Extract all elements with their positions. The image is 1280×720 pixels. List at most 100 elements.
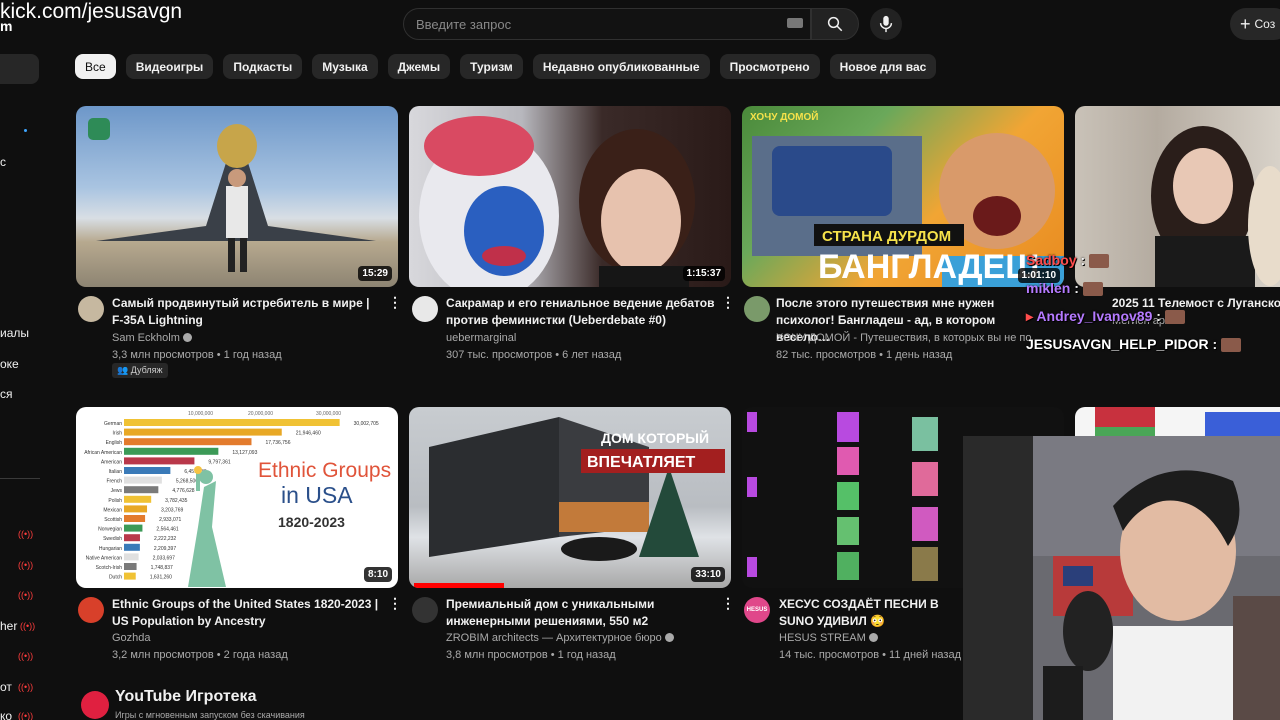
live-icon: ((•)) xyxy=(18,651,34,661)
search-input[interactable] xyxy=(404,9,810,39)
video-thumbnail[interactable] xyxy=(1075,407,1280,437)
sidebar-item-fragment[interactable]: ся xyxy=(0,387,13,401)
more-options-icon[interactable]: ⋮ xyxy=(721,596,735,610)
create-button[interactable]: + Соз xyxy=(1230,8,1280,40)
video-meta: 14 тыс. просмотров • 11 дней назад xyxy=(779,649,961,661)
channel-name-text: ZROBIM architects — Архитектурное бюро xyxy=(446,632,662,644)
sidebar-item-fragment[interactable]: оке xyxy=(0,357,19,371)
channel-avatar[interactable]: HESUS xyxy=(744,597,770,623)
chart-axis-tick: 20,000,000 xyxy=(248,411,273,417)
video-title[interactable]: Премиальный дом с уникальными инженерным… xyxy=(446,596,716,630)
channel-name[interactable]: HESUS STREAM xyxy=(779,630,878,647)
chat-separator: : xyxy=(1080,252,1086,268)
sidebar-item-fragment[interactable]: иалы xyxy=(0,326,29,340)
video-meta: 3,3 млн просмотров • 1 год назад xyxy=(112,349,282,361)
thumbnail-text: ДОМ КОТОРЫЙ xyxy=(601,429,709,446)
chart-bar xyxy=(124,524,143,532)
chip-recently-uploaded[interactable]: Недавно опубликованные xyxy=(532,54,710,79)
video-title[interactable]: ХЕСУС СОЗДАЁТ ПЕСНИ В SUNO УДИВИЛ 😳 xyxy=(779,596,964,630)
channel-avatar[interactable] xyxy=(744,296,770,322)
video-title[interactable]: Сакрамар и его гениальное ведение дебато… xyxy=(446,295,716,329)
more-options-icon[interactable]: ⋮ xyxy=(721,295,735,309)
channel-avatar[interactable] xyxy=(78,296,104,322)
live-icon: ((•)) xyxy=(18,529,34,539)
channel-avatar[interactable] xyxy=(412,597,438,623)
chart-value-label: 3,782,435 xyxy=(165,498,187,504)
thumbnail-illustration: ДОМ КОТОРЫЙ ВПЕЧАТЛЯЕТ xyxy=(414,417,725,588)
chart-bar-label: Polish xyxy=(108,498,122,504)
chat-username: Sadboy xyxy=(1026,252,1077,268)
channel-name[interactable]: ХОЧУ ДОМОЙ - Путешествия, в которых вы н… xyxy=(776,330,1032,347)
more-options-icon[interactable]: ⋮ xyxy=(388,596,402,610)
channel-name[interactable]: ZROBIM architects — Архитектурное бюро xyxy=(446,630,674,647)
chip-videogames[interactable]: Видеоигры xyxy=(125,54,214,79)
chart-bar-label: Scottish xyxy=(104,517,122,523)
chart-bar xyxy=(124,515,146,522)
chart-bar-label: Irish xyxy=(113,431,123,437)
chip-jams[interactable]: Джемы xyxy=(387,54,451,79)
section-title[interactable]: YouTube Игротека xyxy=(115,688,256,706)
channel-name-text: Sam Eckholm xyxy=(112,332,180,344)
chart-axis-tick: 10,000,000 xyxy=(188,411,213,417)
thumbnail-text: 1820-2023 xyxy=(278,514,345,530)
video-thumbnail[interactable]: 1:15:37 xyxy=(409,106,731,287)
chart-bar xyxy=(124,476,162,484)
playables-icon xyxy=(81,691,109,719)
verified-icon xyxy=(868,633,878,642)
sidebar-item-home[interactable] xyxy=(0,54,39,84)
chip-watched[interactable]: Просмотрено xyxy=(719,54,820,79)
chart-bar xyxy=(124,572,136,580)
video-title[interactable]: Самый продвинутый истребитель в мире | F… xyxy=(112,295,382,329)
dubbed-badge: 👥 Дубляж xyxy=(112,363,168,378)
video-thumbnail[interactable]: ДОМ КОТОРЫЙ ВПЕЧАТЛЯЕТ 33:10 xyxy=(409,407,731,588)
search-icon xyxy=(827,16,843,32)
search-box[interactable] xyxy=(403,8,811,40)
chip-music[interactable]: Музыка xyxy=(312,54,378,79)
sidebar-item-fragment[interactable]: her xyxy=(0,619,17,633)
keyboard-icon[interactable] xyxy=(787,18,803,28)
channel-avatar[interactable] xyxy=(78,597,104,623)
thumbnail-text: Ethnic Groups xyxy=(258,459,391,482)
video-duration: 15:29 xyxy=(358,266,392,281)
chart-bar xyxy=(124,457,195,465)
voice-search-button[interactable] xyxy=(870,8,902,40)
more-options-icon[interactable]: ⋮ xyxy=(388,295,402,309)
channel-name[interactable]: Sam Eckholm xyxy=(112,330,192,347)
video-title[interactable]: Ethnic Groups of the United States 1820-… xyxy=(112,596,382,630)
verified-icon xyxy=(182,333,192,342)
chart-value-label: 1,631,260 xyxy=(150,575,172,581)
sidebar-item-fragment[interactable]: от xyxy=(0,680,12,694)
search-button[interactable] xyxy=(811,8,859,40)
chart-bar xyxy=(124,428,282,436)
thumbnail-illustration xyxy=(1095,407,1280,437)
video-thumbnail[interactable]: ХОЧУ ДОМОЙ СТРАНА ДУРДОМ БАНГЛАДЕШ 1:01:… xyxy=(742,106,1064,287)
chip-podcasts[interactable]: Подкасты xyxy=(223,54,303,79)
sidebar-item-fragment[interactable]: ко xyxy=(0,709,12,720)
chat-username: miklen xyxy=(1026,280,1071,296)
sidebar-item-fragment[interactable]: с xyxy=(0,155,6,169)
channel-avatar[interactable] xyxy=(412,296,438,322)
chip-tourism[interactable]: Туризм xyxy=(460,54,523,79)
chart-bar xyxy=(124,543,140,551)
chart-bar xyxy=(124,447,219,455)
video-thumbnail[interactable]: 15:29 xyxy=(76,106,398,287)
chart-bar-label: Jews xyxy=(111,488,123,494)
chat-message: miklen : xyxy=(1026,280,1103,297)
chip-new-to-you[interactable]: Новое для вас xyxy=(829,54,937,79)
video-thumbnail[interactable]: 10,000,000 20,000,000 30,000,000 German 3… xyxy=(76,407,398,588)
chat-message: JESUSAVGN_HELP_PIDOR : xyxy=(1026,336,1242,353)
live-icon: ((•)) xyxy=(18,590,34,600)
chart-bar-label: Italian xyxy=(109,469,123,475)
chart-bar-label: Hungarian xyxy=(99,546,122,552)
chip-all[interactable]: Все xyxy=(75,54,116,79)
sidebar-new-indicator xyxy=(24,129,27,132)
chart-bar-label: Dutch xyxy=(109,575,122,581)
video-duration: 1:15:37 xyxy=(682,266,725,281)
chart-bar-label: Norwegian xyxy=(98,527,122,533)
video-meta: 82 тыс. просмотров • 1 день назад xyxy=(776,349,953,361)
channel-name[interactable]: Gozhda xyxy=(112,630,151,647)
chart-bar xyxy=(124,467,171,474)
chart-value-label: 17,736,756 xyxy=(265,440,290,446)
statue-of-liberty xyxy=(188,481,226,587)
channel-name[interactable]: uebermarginal xyxy=(446,330,516,347)
